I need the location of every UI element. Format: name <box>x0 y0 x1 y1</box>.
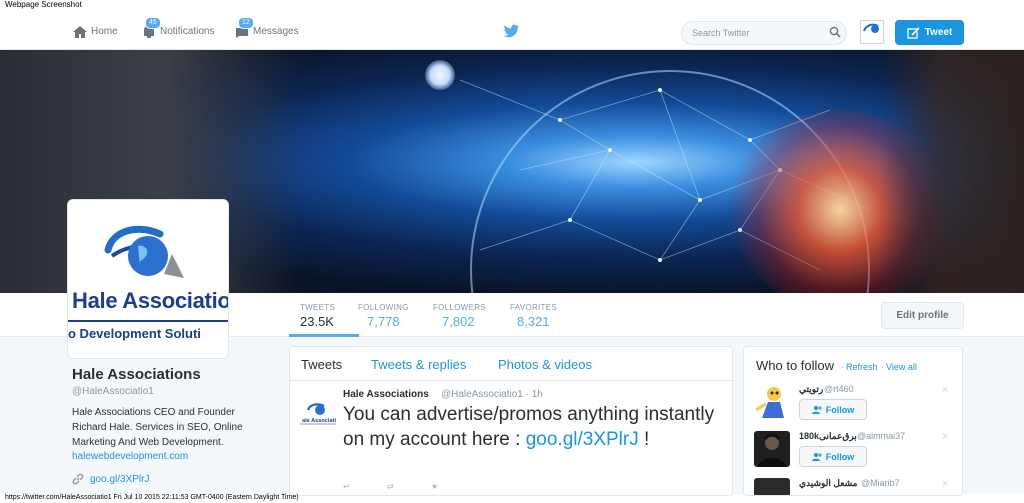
home-icon <box>72 24 88 40</box>
tweet-actions: ↩ ⇄ ★ <box>343 482 543 495</box>
compose-tweet-label: Tweet <box>924 27 953 38</box>
suggestion-avatar[interactable] <box>754 384 790 420</box>
suggestion-name[interactable]: مشعل الوشيدي <box>799 478 857 489</box>
favorite-icon[interactable]: ★ <box>431 482 438 491</box>
tweet-link[interactable]: goo.gl/3XPlrJ <box>526 429 639 450</box>
tweet-item[interactable]: ale Associatio Hale Associations @HaleAs… <box>290 382 732 495</box>
messages-badge: 12 <box>238 16 254 29</box>
suggestion-handle[interactable]: @rt460 <box>824 384 854 394</box>
stat-followers-label: FOLLOWERS <box>433 303 486 312</box>
notifications-badge: 45 <box>145 16 161 29</box>
suggestion-name[interactable]: 180kبرق‌عمانی <box>799 431 857 442</box>
nav-messages-label: Messages <box>253 26 299 37</box>
hale-logo-icon: ale Associatio <box>300 403 340 425</box>
messages-icon: 12 <box>234 16 254 40</box>
tweet-author-name[interactable]: Hale Associations <box>343 389 429 400</box>
profile-bio: Hale Associations CEO and Founder Richar… <box>72 407 243 448</box>
screenshot-caption-top: Webpage Screenshot <box>5 0 82 9</box>
follow-button[interactable]: Follow <box>799 399 867 420</box>
screenshot-caption-bottom: https://twitter.com/HaleAssociatio1 Fri … <box>5 494 299 501</box>
who-to-follow-separator: · <box>841 362 844 372</box>
follow-button[interactable]: Follow <box>799 446 867 467</box>
profile-handle[interactable]: @HaleAssociatio1 <box>72 386 154 397</box>
tweet-avatar[interactable]: ale Associatio <box>300 396 340 432</box>
follow-suggestion: 180kبرق‌عمانی @aimmai37 Follow × <box>744 431 962 477</box>
avatar-logo-subtext: o Development Soluti <box>68 326 201 341</box>
stat-following-value: 7,778 <box>367 314 400 329</box>
suggestion-handle[interactable]: @Miarib7 <box>861 478 900 488</box>
follow-person-icon <box>811 406 822 414</box>
suggestion-handle[interactable]: @aimmai37 <box>857 431 905 441</box>
suggestion-avatar[interactable] <box>754 478 790 495</box>
banner-shade-right <box>880 50 1024 293</box>
follow-button-label: Follow <box>825 404 855 415</box>
profile-bio-link[interactable]: halewebdevelopment.com <box>72 451 188 462</box>
svg-text:ale Associatio: ale Associatio <box>302 418 336 424</box>
hale-logo-icon <box>104 225 184 278</box>
cartoon-avatar-icon <box>755 387 784 418</box>
tab-tweets-replies[interactable]: Tweets & replies <box>371 357 466 372</box>
compose-icon <box>907 26 920 39</box>
dismiss-icon[interactable]: × <box>942 384 948 396</box>
follow-button-label: Follow <box>825 451 855 462</box>
reply-icon[interactable]: ↩ <box>343 482 350 491</box>
follow-suggestion: رتويتي @rt460 Follow × <box>744 384 962 430</box>
follow-person-icon <box>811 453 822 461</box>
tweet-suffix: ! <box>638 429 650 450</box>
stat-tweets-value: 23.5K <box>300 314 334 329</box>
follow-suggestion: مشعل الوشيدي @Miarib7 × <box>744 478 962 495</box>
stat-followers-value: 7,802 <box>442 314 475 329</box>
dismiss-icon[interactable]: × <box>942 431 948 443</box>
nav-notifications-label: Notifications <box>160 26 215 37</box>
active-stat-underline <box>289 334 359 337</box>
tab-photos-videos[interactable]: Photos & videos <box>498 357 592 372</box>
refresh-link[interactable]: Refresh <box>846 362 878 372</box>
nav-home[interactable]: Home <box>72 13 118 50</box>
stat-tweets-label: TWEETS <box>300 303 336 312</box>
retweet-icon[interactable]: ⇄ <box>387 482 394 491</box>
profile-avatar[interactable]: Hale Associatio o Development Soluti <box>67 199 229 359</box>
twitter-bird-icon[interactable] <box>503 24 520 39</box>
compose-tweet-button[interactable]: Tweet <box>895 20 964 45</box>
nav-messages[interactable]: 12 Messages <box>234 13 299 50</box>
edit-profile-button[interactable]: Edit profile <box>881 302 964 329</box>
dismiss-icon[interactable]: × <box>942 478 948 490</box>
who-to-follow-title: Who to follow <box>756 358 835 373</box>
who-to-follow: Who to follow · Refresh · View all رتويت… <box>743 346 963 496</box>
banner-glow <box>425 60 455 90</box>
profile-name[interactable]: Hale Associations <box>72 366 201 383</box>
link-icon <box>72 473 84 485</box>
notifications-icon: 45 <box>141 16 161 40</box>
nav-profile-avatar[interactable] <box>860 20 884 44</box>
view-all-link[interactable]: View all <box>886 362 917 372</box>
hale-logo-icon <box>863 23 879 33</box>
tweet-author-handle[interactable]: @HaleAssociatio1 · 1h <box>441 389 543 400</box>
avatar-logo-rule <box>68 320 228 322</box>
profile-website-label: goo.gl/3XPlrJ <box>90 473 150 485</box>
stat-favorites-value: 8,321 <box>517 314 550 329</box>
search-icon[interactable] <box>829 26 841 38</box>
avatar-logo-text: Hale Associatio <box>72 288 229 313</box>
stat-favorites-label: FAVORITES <box>510 303 558 312</box>
stat-following-label: FOLLOWING <box>358 303 409 312</box>
tab-tweets[interactable]: Tweets <box>301 357 342 372</box>
suggestion-avatar[interactable] <box>754 431 790 467</box>
suggestion-name[interactable]: رتويتي <box>799 384 823 395</box>
person-avatar-icon <box>758 433 786 467</box>
nav-home-label: Home <box>91 26 118 37</box>
profile-website[interactable]: goo.gl/3XPlrJ <box>72 473 149 485</box>
timeline: Tweets Tweets & replies Photos & videos … <box>289 346 733 496</box>
tweet-text: You can advertise/promos anything instan… <box>343 402 723 452</box>
search-input[interactable]: Search Twitter <box>681 21 847 45</box>
timeline-tabs: Tweets Tweets & replies Photos & videos <box>290 347 732 381</box>
who-to-follow-separator: · <box>881 362 884 372</box>
nav-notifications[interactable]: 45 Notifications <box>141 13 214 50</box>
